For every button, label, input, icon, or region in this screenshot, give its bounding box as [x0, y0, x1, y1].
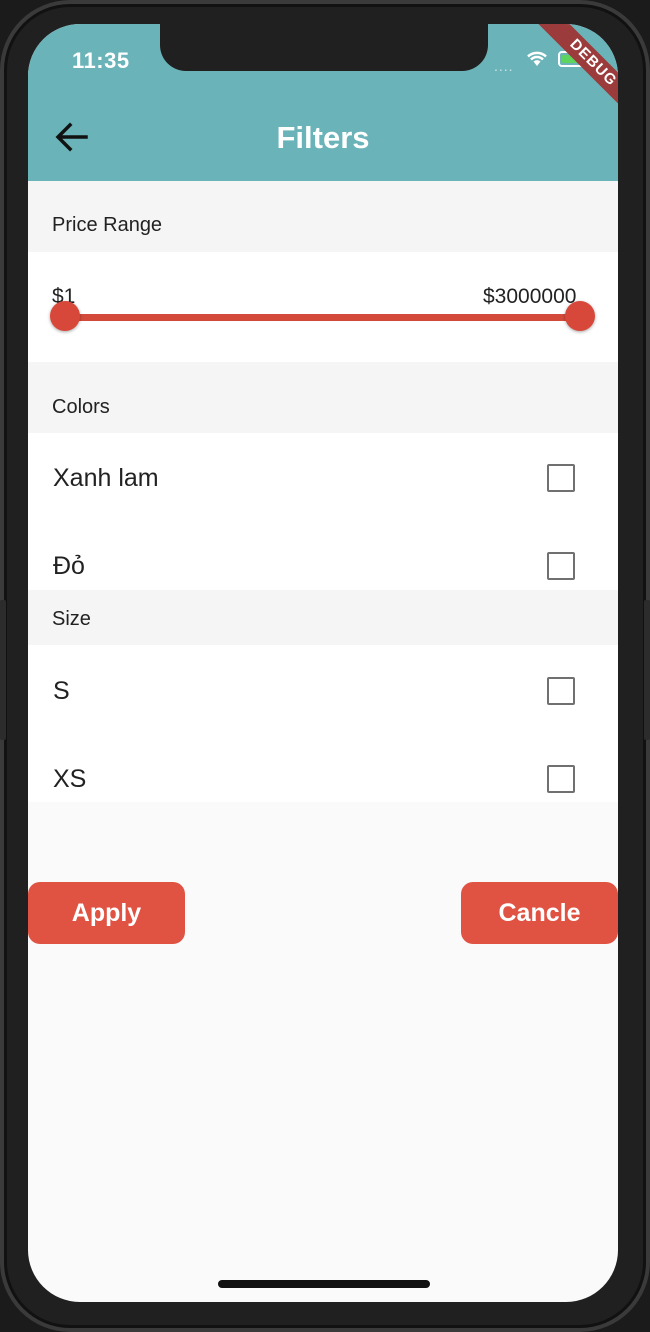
device-notch: [160, 24, 488, 71]
size-heading: Size: [52, 608, 91, 630]
color-option-checkbox[interactable]: [547, 552, 575, 580]
apply-button[interactable]: Apply: [28, 882, 185, 944]
price-slider-min-thumb[interactable]: [50, 301, 80, 331]
section-header-size: Size: [28, 590, 618, 645]
section-header-price: Price Range: [28, 181, 618, 252]
status-time: 11:35: [72, 48, 130, 73]
side-button: [644, 600, 650, 740]
section-header-colors: Colors: [28, 362, 618, 433]
cancel-button[interactable]: Cancle: [461, 882, 618, 944]
color-option-checkbox[interactable]: [547, 464, 575, 492]
price-max-label: $3000000: [483, 285, 577, 308]
size-option-checkbox[interactable]: [547, 677, 575, 705]
size-option-checkbox[interactable]: [547, 765, 575, 793]
size-list: [28, 645, 618, 802]
side-button: [0, 600, 6, 740]
price-range-heading: Price Range: [52, 214, 163, 236]
colors-list: [28, 433, 618, 590]
color-option-label: Xanh lam: [53, 464, 159, 492]
signal-dots: ....: [494, 58, 514, 74]
price-slider-track[interactable]: [65, 314, 581, 321]
size-option-label: S: [53, 677, 70, 705]
size-option-label: XS: [53, 765, 87, 793]
wifi-icon: [527, 51, 547, 66]
color-option-label: Đỏ: [53, 552, 85, 580]
phone-frame: 11:35 .... Filters DEBUG Price Range $1 …: [0, 0, 650, 1332]
page-title: Filters: [276, 120, 370, 155]
app-screen: 11:35 .... Filters DEBUG Price Range $1 …: [28, 24, 618, 1302]
home-indicator: [218, 1280, 430, 1288]
colors-heading: Colors: [52, 396, 110, 418]
price-slider-max-thumb[interactable]: [565, 301, 595, 331]
